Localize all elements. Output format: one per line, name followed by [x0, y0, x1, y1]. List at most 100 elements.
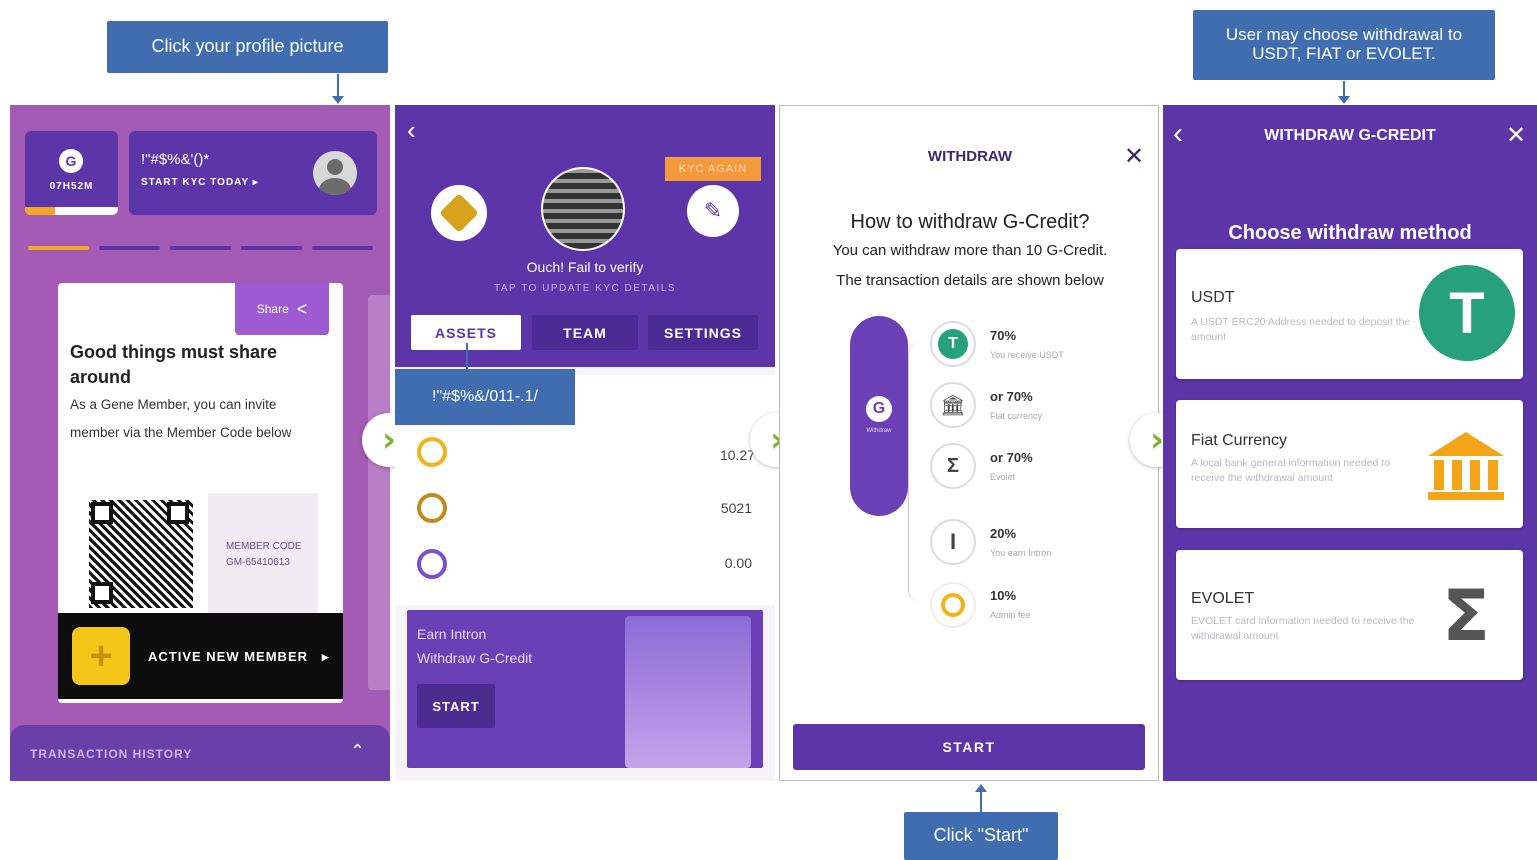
earn-intron-card: Earn Intron Withdraw G-Credit START — [407, 610, 763, 768]
member-badge-icon — [431, 185, 487, 241]
bank-icon — [1428, 432, 1504, 502]
option-pct: 70% — [990, 328, 1017, 343]
screen-withdraw-method: ‹ WITHDRAW G-CREDIT ✕ Choose withdraw me… — [1163, 105, 1537, 781]
kyc-again-badge[interactable]: KYC AGAIN — [665, 157, 761, 181]
qr-finder — [91, 582, 113, 604]
method-name: USDT — [1191, 289, 1235, 306]
start-kyc-label: START KYC TODAY — [141, 177, 249, 188]
method-card-fiat[interactable]: Fiat Currency A local bank general infor… — [1176, 400, 1523, 528]
transaction-history-label: TRANSACTION HISTORY — [30, 747, 193, 761]
asset-value: 0.00 — [724, 555, 752, 571]
tab-settings[interactable]: SETTINGS — [648, 315, 758, 350]
close-icon[interactable]: ✕ — [1506, 121, 1526, 150]
intron-coin-icon — [417, 549, 447, 579]
profile-photo[interactable] — [541, 167, 625, 251]
carousel-dot[interactable] — [99, 246, 160, 250]
next-card-peek — [368, 295, 390, 690]
timer-progress-track — [25, 207, 118, 215]
promo-line-1: Earn Intron — [417, 626, 487, 642]
screen-title: WITHDRAW G-CREDIT — [1264, 127, 1436, 144]
user-name: !"#$%&'()* — [141, 151, 210, 168]
kyc-card[interactable]: !"#$%&'()* START KYC TODAY ▸ — [129, 131, 377, 215]
plus-icon: + — [72, 627, 130, 685]
method-desc: EVOLET card information needed to receiv… — [1191, 615, 1415, 642]
method-card-evolet[interactable]: EVOLET EVOLET card information needed to… — [1176, 550, 1523, 680]
bank-icon: 🏛 — [930, 382, 976, 428]
promo-start-button[interactable]: START — [417, 684, 495, 728]
admin-fee-coin-icon — [930, 582, 976, 628]
chevron-up-icon[interactable]: ⌃ — [350, 741, 365, 762]
pill-label: Withdraw — [866, 428, 892, 434]
share-button[interactable]: Share < — [235, 283, 329, 335]
gene-logo-icon: G — [866, 396, 892, 422]
screen-profile-home: G 07H52M !"#$%&'()* START KYC TODAY ▸ Sh… — [10, 105, 390, 781]
asset-value: 10.27 — [719, 447, 755, 463]
share-headline: Good things must share around — [70, 342, 278, 387]
method-name: EVOLET — [1191, 590, 1255, 607]
avatar-body-icon — [319, 178, 351, 195]
back-arrow-icon[interactable]: ‹ — [407, 115, 416, 146]
carousel-dot[interactable] — [170, 246, 231, 250]
active-new-member-button[interactable]: + ACTIVE NEW MEMBER ▸ — [58, 613, 343, 699]
callout-withdraw-choice: User may choose withdrawal to USDT, FIAT… — [1193, 10, 1495, 80]
callout-arrow-withdraw — [1338, 81, 1350, 104]
tether-icon: T — [930, 321, 976, 367]
start-button[interactable]: START — [793, 724, 1145, 770]
share-body: As a Gene Member, you can invite member … — [70, 397, 292, 440]
member-code-label: MEMBER CODE — [226, 541, 302, 552]
method-name: Fiat Currency — [1191, 432, 1288, 449]
option-pct: or 70% — [990, 450, 1033, 465]
flow-connector — [908, 342, 930, 602]
option-pct: 10% — [990, 588, 1017, 603]
active-new-member-label: ACTIVE NEW MEMBER ▸ — [148, 649, 330, 664]
share-label: Share — [256, 302, 289, 316]
withdraw-line-2: The transaction details are shown below — [836, 272, 1104, 289]
start-kyc-link[interactable]: START KYC TODAY ▸ — [141, 177, 259, 188]
tether-icon: T — [1419, 265, 1515, 361]
member-qr-code — [89, 500, 193, 608]
bank-roof — [1428, 432, 1504, 456]
promo-line-2: Withdraw G-Credit — [417, 650, 533, 666]
carousel-dot[interactable] — [241, 246, 302, 250]
bank-columns — [1428, 456, 1504, 490]
close-icon[interactable]: ✕ — [1124, 142, 1144, 171]
option-sub: Fiat currency — [990, 411, 1043, 421]
option-pct: 20% — [990, 526, 1017, 541]
avatar-head-icon — [327, 159, 343, 175]
screen-profile-assets: ‹ KYC AGAIN ✎ Ouch! Fail to verify TAP T… — [395, 105, 775, 781]
modal-title: WITHDRAW — [927, 148, 1013, 165]
evolet-icon: Σ — [1442, 575, 1490, 657]
screen-withdraw-info: WITHDRAW ✕ How to withdraw G-Credit? You… — [779, 105, 1159, 781]
carousel-dot[interactable] — [312, 246, 373, 250]
gene-coin-icon — [417, 493, 447, 523]
gcredit-coin-icon — [417, 437, 447, 467]
method-desc: A local bank general information needed … — [1191, 457, 1391, 484]
withdraw-line-1: You can withdraw more than 10 G-Credit. — [832, 242, 1108, 259]
option-sub: Evolet — [990, 472, 1016, 482]
method-desc: A USDT ERC20 Address needed to deposit t… — [1191, 316, 1411, 343]
carousel-indicator — [28, 246, 373, 250]
option-sub: You earn Intron — [990, 548, 1052, 558]
kyc-fail-text: Ouch! Fail to verify — [526, 259, 644, 275]
tab-team[interactable]: TEAM — [532, 315, 638, 350]
callout-profile: Click your profile picture — [107, 21, 388, 73]
carousel-dot-active[interactable] — [28, 246, 89, 250]
asset-value: 5021 — [720, 500, 752, 516]
timer-text: 07H52M — [49, 181, 94, 192]
kyc-update-link[interactable]: TAP TO UPDATE KYC DETAILS — [395, 283, 775, 294]
member-code-value: GM-65410613 — [226, 557, 290, 568]
callout-arrow-start — [975, 784, 987, 812]
qr-finder — [91, 502, 113, 524]
option-pct: or 70% — [990, 389, 1033, 404]
active-new-member-text: ACTIVE NEW MEMBER — [148, 649, 308, 664]
qr-finder — [167, 502, 189, 524]
method-card-usdt[interactable]: USDT A USDT ERC20 Address needed to depo… — [1176, 249, 1523, 379]
option-sub: You receive USDT — [990, 350, 1064, 360]
profile-picture-avatar[interactable] — [313, 151, 357, 195]
option-sub: Admin fee — [990, 610, 1031, 620]
callout-arrow-profile — [332, 74, 344, 104]
member-code-box: MEMBER CODE GM-65410613 — [208, 493, 318, 613]
edit-pencil-icon[interactable]: ✎ — [687, 185, 739, 237]
transaction-history-bar[interactable]: TRANSACTION HISTORY ⌃ — [10, 725, 390, 781]
timer-card[interactable]: G 07H52M — [25, 131, 118, 215]
